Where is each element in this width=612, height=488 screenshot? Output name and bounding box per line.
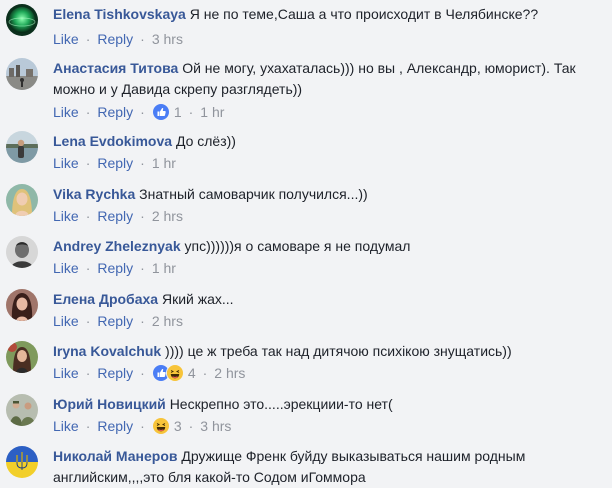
comment-text: Знатный самоварчик получился...)) <box>139 186 368 202</box>
bw-portrait-avatar[interactable] <box>6 236 38 268</box>
reaction-count: 3 <box>173 417 182 434</box>
separator: · <box>188 418 194 434</box>
like-link[interactable]: Like <box>53 418 79 434</box>
comment-time[interactable]: 2 hrs <box>214 365 245 381</box>
separator: · <box>202 365 208 381</box>
comment-body: Iryna Kovalchuk )))) це ж треба так над … <box>53 341 604 362</box>
like-link[interactable]: Like <box>53 155 79 171</box>
comment-body: Анастасия Титова Ой не могу, ухахаталась… <box>53 58 604 100</box>
comment-author[interactable]: Анастасия Титова <box>53 60 178 76</box>
like-link[interactable]: Like <box>53 104 79 120</box>
comment-actions: Like · Reply · 2 hrs <box>53 206 183 226</box>
comment-body: Andrey Zheleznyak упс))))))я о самоваре … <box>53 236 604 257</box>
separator: · <box>140 104 145 120</box>
like-reaction-icon <box>151 102 170 121</box>
like-link[interactable]: Like <box>53 365 79 381</box>
reaction-count: 4 <box>187 364 196 381</box>
reply-link[interactable]: Reply <box>97 104 133 120</box>
comment-text: )))) це ж треба так над дитячою психікою… <box>165 343 512 359</box>
comment-time[interactable]: 3 hrs <box>152 31 183 47</box>
comment-author[interactable]: Andrey Zheleznyak <box>53 238 181 254</box>
reactions[interactable]: 1 <box>151 102 182 122</box>
separator: · <box>85 31 91 47</box>
reactions[interactable]: 4 <box>151 363 196 383</box>
comment-actions: Like · Reply · 3 hrs <box>53 29 183 49</box>
comment-time[interactable]: 2 hrs <box>152 208 183 224</box>
soldiers-avatar[interactable] <box>6 394 38 426</box>
comment-body: Елена Дробаха Який жах... <box>53 289 604 310</box>
haha-reaction-icon <box>151 416 170 435</box>
comment-actions: Like · Reply · 1 · 1 hr <box>53 102 224 122</box>
haha-reaction-icon <box>165 363 184 382</box>
like-link[interactable]: Like <box>53 313 79 329</box>
comment-author[interactable]: Николай Манеров <box>53 448 178 464</box>
separator: · <box>140 31 145 47</box>
separator: · <box>85 155 91 171</box>
comment-actions: Like · Reply · 3 · 3 hrs <box>53 416 231 436</box>
comment-time[interactable]: 2 hrs <box>152 313 183 329</box>
separator: · <box>85 418 91 434</box>
outdoor-portrait-avatar[interactable] <box>6 341 38 373</box>
comment-body: Elena Tishkovskaya Я не по теме,Саша а ч… <box>53 4 604 25</box>
comment-text: Який жах... <box>161 291 234 307</box>
like-link[interactable]: Like <box>53 208 79 224</box>
reply-link[interactable]: Reply <box>97 155 133 171</box>
reply-link[interactable]: Reply <box>97 31 133 47</box>
comment-time[interactable]: 1 hr <box>152 260 176 276</box>
reply-link[interactable]: Reply <box>97 208 133 224</box>
separator: · <box>140 313 145 329</box>
comment-author[interactable]: Елена Дробаха <box>53 291 158 307</box>
like-link[interactable]: Like <box>53 31 79 47</box>
separator: · <box>85 104 91 120</box>
comment-time[interactable]: 1 hr <box>152 155 176 171</box>
comment-author[interactable]: Юрий Новицкий <box>53 396 166 412</box>
comment-author[interactable]: Iryna Kovalchuk <box>53 343 161 359</box>
comment-text: До слёз)) <box>175 133 236 149</box>
comment-actions: Like · Reply · 2 hrs <box>53 311 183 331</box>
comment-body: Юрий Новицкий Нескрепно это.....эрекциии… <box>53 394 604 415</box>
separator: · <box>85 313 91 329</box>
trident-emblem-avatar[interactable] <box>6 446 38 478</box>
comment-author[interactable]: Vika Rychka <box>53 186 135 202</box>
reply-link[interactable]: Reply <box>97 260 133 276</box>
blonde-portrait-avatar[interactable] <box>6 184 38 216</box>
reply-link[interactable]: Reply <box>97 365 133 381</box>
city-square-avatar[interactable] <box>6 58 38 90</box>
separator: · <box>140 208 145 224</box>
comment-body: Vika Rychka Знатный самоварчик получился… <box>53 184 604 205</box>
seaside-avatar[interactable] <box>6 131 38 163</box>
separator: · <box>85 208 91 224</box>
reply-link[interactable]: Reply <box>97 313 133 329</box>
comment-thread: Elena Tishkovskaya Я не по теме,Саша а ч… <box>0 0 612 485</box>
separator: · <box>140 365 145 381</box>
separator: · <box>140 155 145 171</box>
comment-author[interactable]: Elena Tishkovskaya <box>53 6 186 22</box>
dark-hair-portrait-avatar[interactable] <box>6 289 38 321</box>
separator: · <box>85 365 91 381</box>
reactions[interactable]: 3 <box>151 416 182 436</box>
comment-text: Я не по теме,Саша а что происходит в Чел… <box>189 6 539 22</box>
separator: · <box>85 260 91 276</box>
comment-time[interactable]: 3 hrs <box>200 418 231 434</box>
separator: · <box>188 104 194 120</box>
reply-link[interactable]: Reply <box>97 418 133 434</box>
comment-actions: Like · Reply · 1 hr <box>53 153 176 173</box>
comment-actions: Like · Reply · 1 hr <box>53 258 176 278</box>
separator: · <box>140 418 145 434</box>
like-link[interactable]: Like <box>53 260 79 276</box>
separator: · <box>140 260 145 276</box>
comment-body: Lena Evdokimova До слёз)) <box>53 131 604 152</box>
reaction-count: 1 <box>173 103 182 120</box>
comment-text: Нескрепно это.....эрекциии-то нет( <box>169 396 393 412</box>
comment-actions: Like · Reply · 4 · 2 hrs <box>53 363 245 383</box>
comment-author[interactable]: Lena Evdokimova <box>53 133 172 149</box>
green-sphere-avatar[interactable] <box>6 4 38 36</box>
comment-text: упс))))))я о самоваре я не подумал <box>184 238 411 254</box>
comment-body: Николай Манеров Дружище Френк буйду выка… <box>53 446 604 488</box>
comment-time[interactable]: 1 hr <box>200 104 224 120</box>
